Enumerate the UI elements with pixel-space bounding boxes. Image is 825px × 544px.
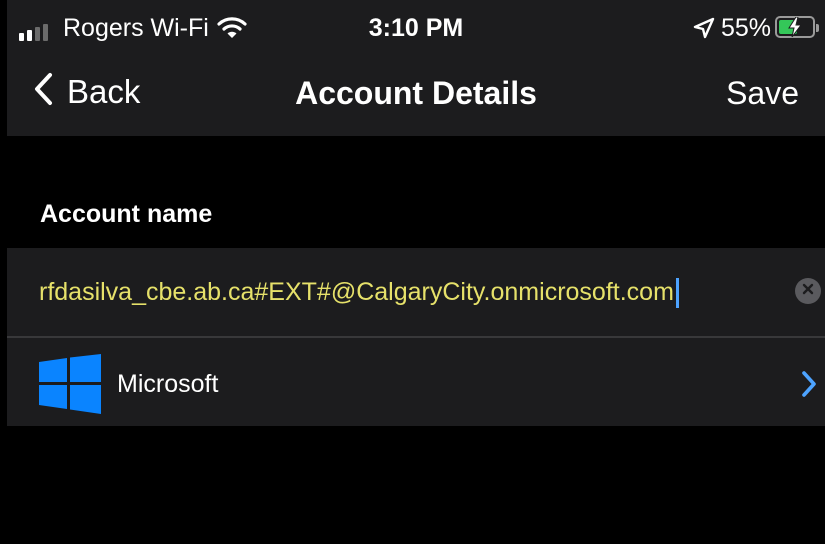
save-button[interactable]: Save	[726, 75, 799, 112]
account-name-row: rfdasilva_cbe.ab.ca#EXT#@CalgaryCity.onm…	[7, 248, 825, 336]
account-name-input[interactable]: rfdasilva_cbe.ab.ca#EXT#@CalgaryCity.onm…	[39, 272, 791, 312]
battery-charging-icon	[775, 16, 819, 38]
navigation-bar: Back Account Details Save	[7, 58, 825, 136]
clear-text-button[interactable]	[795, 278, 821, 304]
provider-label: Microsoft	[117, 370, 219, 398]
account-name-value: rfdasilva_cbe.ab.ca#EXT#@CalgaryCity.onm…	[39, 278, 674, 306]
text-cursor	[675, 278, 679, 309]
location-arrow-icon	[693, 17, 715, 44]
chevron-right-icon	[801, 370, 817, 403]
status-bar: Rogers Wi-Fi 3:10 PM 55%	[7, 0, 825, 58]
app-frame: Rogers Wi-Fi 3:10 PM 55% Back Account De…	[7, 0, 825, 544]
clear-icon	[802, 282, 814, 300]
windows-logo-icon	[39, 354, 101, 414]
page-title: Account Details	[295, 75, 537, 111]
provider-row-microsoft[interactable]: Microsoft	[7, 338, 825, 426]
battery-percent: 55%	[721, 14, 772, 42]
section-header: Account name	[40, 200, 213, 228]
top-bar: Rogers Wi-Fi 3:10 PM 55% Back Account De…	[7, 0, 825, 136]
